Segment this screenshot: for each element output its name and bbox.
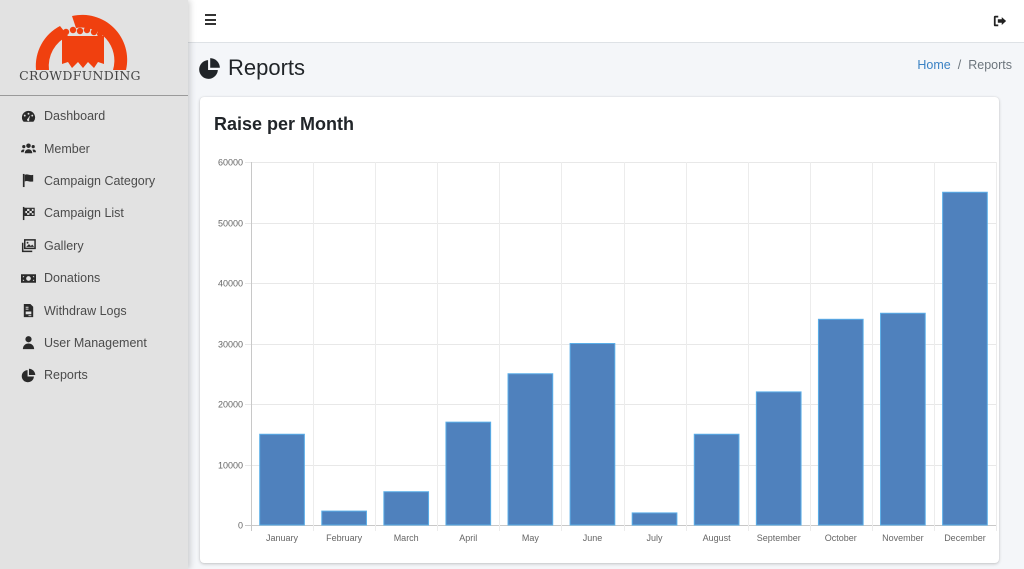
sidebar-item-label: Campaign List	[44, 206, 124, 221]
raise-per-month-card: Raise per Month 0 10000 20000 30000 40000 500…	[200, 97, 999, 563]
bar-october	[817, 318, 864, 526]
content-header: Reports Home / Reports	[188, 44, 1024, 96]
y-tick-label: 50000	[218, 219, 243, 229]
money-bill-icon	[20, 270, 36, 286]
bar-november	[880, 312, 926, 526]
breadcrumb-current: Reports	[968, 58, 1012, 72]
bar-april	[445, 421, 492, 526]
x-tick-label: April	[459, 533, 477, 543]
sidebar-item-label: Donations	[44, 271, 101, 286]
bar-december	[942, 191, 988, 526]
sidebar-item-user-management[interactable]: User Management	[0, 327, 188, 359]
bar-may	[507, 373, 554, 526]
chart-pie-icon	[20, 367, 36, 383]
file-invoice-icon	[20, 303, 36, 319]
page-title-text: Reports	[228, 55, 306, 80]
bar-march	[383, 491, 430, 526]
breadcrumb-separator: /	[957, 58, 962, 72]
sidebar-item-reports[interactable]: Reports	[0, 359, 188, 391]
sidebar-item-campaign-category[interactable]: Campaign Category	[0, 165, 188, 197]
sidebar-item-label: Reports	[44, 368, 88, 383]
x-tick-label: May	[522, 533, 540, 543]
checkered-flag-icon	[20, 205, 36, 221]
sidebar-item-campaign-list[interactable]: Campaign List	[0, 197, 188, 229]
sidebar-item-label: Member	[44, 141, 90, 156]
sidebar: CROWDFUNDING Dashboard Member Campaign C…	[0, 0, 188, 569]
page-title: Reports	[198, 55, 305, 81]
sidebar-nav: Dashboard Member Campaign Category Campa…	[0, 96, 188, 392]
hamburger-icon[interactable]	[205, 14, 216, 26]
brand[interactable]: CROWDFUNDING	[0, 0, 188, 96]
bar-february	[321, 510, 367, 526]
bar-june	[569, 343, 616, 526]
bar-july	[631, 512, 678, 526]
x-tick-label: February	[326, 533, 363, 543]
sidebar-item-label: Withdraw Logs	[44, 303, 127, 318]
bar-september	[755, 391, 802, 526]
y-tick-label: 30000	[218, 340, 243, 350]
bar-chart: 0 10000 20000 30000 40000 50000 60000 January Fe…	[218, 158, 997, 543]
y-tick-label: 40000	[218, 279, 243, 289]
x-tick-label: December	[944, 533, 986, 543]
breadcrumb: Home / Reports	[917, 58, 1012, 72]
sidebar-item-label: Campaign Category	[44, 173, 156, 188]
bar-january	[259, 433, 305, 526]
brand-name: CROWDFUNDING	[19, 68, 141, 83]
flag-icon	[20, 173, 36, 189]
chart-pie-icon	[199, 57, 220, 79]
x-tick-label: March	[394, 533, 419, 543]
x-tick-label: August	[703, 533, 732, 543]
sidebar-item-donations[interactable]: Donations	[0, 262, 188, 294]
sidebar-item-dashboard[interactable]: Dashboard	[0, 100, 188, 132]
sidebar-item-member[interactable]: Member	[0, 132, 188, 164]
users-icon	[20, 141, 36, 157]
y-tick-label: 20000	[218, 400, 243, 410]
sidebar-item-withdraw-logs[interactable]: Withdraw Logs	[0, 294, 188, 326]
crowd-arch-logo-icon	[35, 14, 128, 70]
images-icon	[20, 238, 36, 254]
sidebar-item-label: User Management	[44, 335, 147, 350]
x-tick-label: November	[882, 533, 924, 543]
y-tick-label: 60000	[218, 158, 243, 168]
bar-august	[693, 433, 740, 526]
x-tick-label: October	[825, 533, 857, 543]
user-icon	[20, 335, 36, 351]
x-tick-label: September	[757, 533, 801, 543]
sidebar-item-label: Dashboard	[44, 109, 106, 124]
tachometer-icon	[20, 108, 36, 124]
x-tick-label: July	[647, 533, 664, 543]
sidebar-item-gallery[interactable]: Gallery	[0, 230, 188, 262]
sidebar-item-label: Gallery	[44, 238, 84, 253]
top-navbar	[188, 0, 1024, 43]
y-tick-label: 10000	[218, 461, 243, 471]
y-tick-label: 0	[238, 521, 243, 531]
breadcrumb-home-link[interactable]: Home	[917, 58, 950, 72]
x-tick-label: January	[266, 533, 299, 543]
sign-out-icon[interactable]	[993, 14, 1007, 28]
x-tick-label: June	[583, 533, 603, 543]
